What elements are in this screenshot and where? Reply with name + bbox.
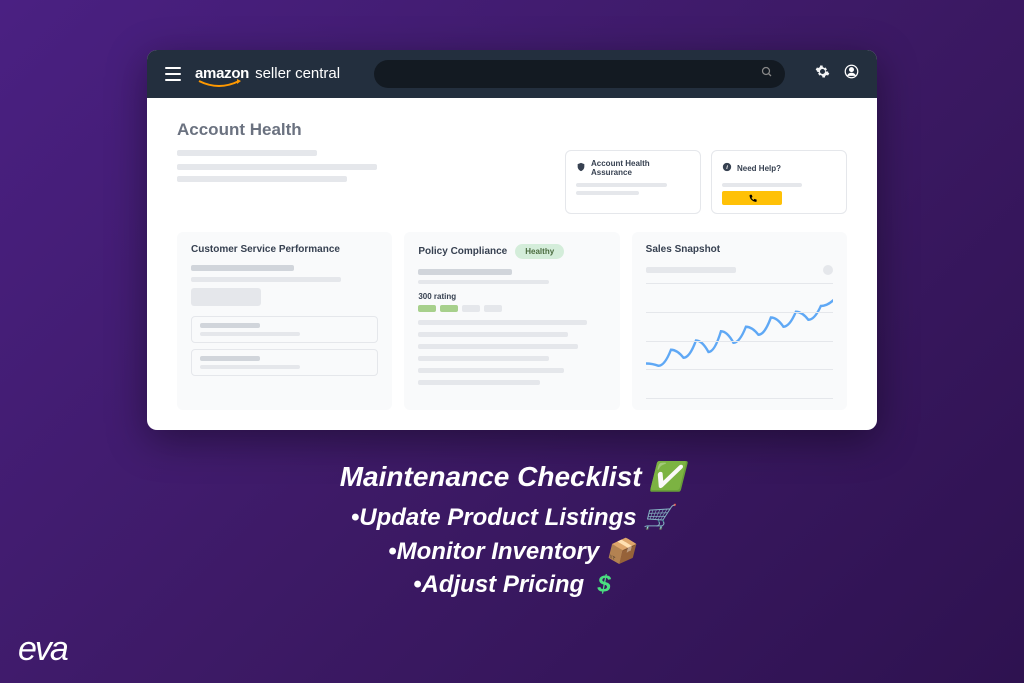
cs-title: Customer Service Performance	[191, 244, 340, 255]
customer-service-card[interactable]: Customer Service Performance	[177, 232, 392, 410]
menu-icon[interactable]	[165, 67, 181, 81]
assurance-card[interactable]: Account Health Assurance	[565, 150, 701, 214]
account-icon[interactable]	[844, 64, 859, 84]
cs-sub-card	[191, 349, 378, 376]
rating-text: 300 rating	[418, 292, 605, 301]
sales-chart	[646, 283, 833, 398]
eva-logo: eva	[18, 630, 67, 669]
top-bar: amazon seller central	[147, 50, 877, 98]
amazon-smile-icon	[197, 79, 241, 89]
dollar-icon: $	[598, 571, 611, 598]
assurance-title: Account Health Assurance	[591, 159, 690, 177]
chart-info-icon	[823, 265, 833, 275]
phone-button[interactable]	[722, 191, 782, 205]
policy-title: Policy Compliance	[418, 246, 507, 257]
search-icon[interactable]	[761, 65, 773, 83]
help-card[interactable]: i Need Help?	[711, 150, 847, 214]
gear-icon[interactable]	[815, 64, 830, 84]
search-wrap	[374, 60, 785, 88]
phone-icon	[748, 194, 757, 203]
content-area: Account Health Account Health Assurance	[147, 98, 877, 426]
brand-logo[interactable]: amazon seller central	[195, 65, 340, 83]
checklist-title: Maintenance Checklist ✅	[0, 460, 1024, 493]
info-icon: i	[722, 159, 732, 177]
checklist-section: Maintenance Checklist ✅ •Update Product …	[0, 460, 1024, 602]
check-icon: ✅	[649, 461, 684, 492]
sales-snapshot-card[interactable]: Sales Snapshot	[632, 232, 847, 410]
sales-title: Sales Snapshot	[646, 244, 720, 255]
search-input[interactable]	[374, 60, 785, 88]
policy-skeleton	[418, 320, 605, 385]
seller-central-dashboard: amazon seller central Account Health	[147, 50, 877, 430]
cart-icon: 🛒	[643, 504, 673, 531]
cs-sub-card	[191, 316, 378, 343]
brand-seller-text: seller central	[255, 65, 340, 82]
title-skeleton	[177, 150, 535, 182]
shield-icon	[576, 159, 586, 177]
policy-compliance-card[interactable]: Policy Compliance Healthy 300 rating	[404, 232, 619, 410]
healthy-badge: Healthy	[515, 244, 564, 259]
help-title: Need Help?	[737, 164, 781, 173]
package-icon: 📦	[606, 538, 636, 565]
checklist-item-inventory: •Monitor Inventory 📦	[0, 535, 1024, 569]
checklist-item-pricing: •Adjust Pricing $	[0, 568, 1024, 602]
top-icons	[815, 64, 859, 84]
checklist-item-listings: •Update Product Listings 🛒	[0, 501, 1024, 535]
rating-pills	[418, 305, 605, 312]
page-title: Account Health	[177, 120, 847, 140]
